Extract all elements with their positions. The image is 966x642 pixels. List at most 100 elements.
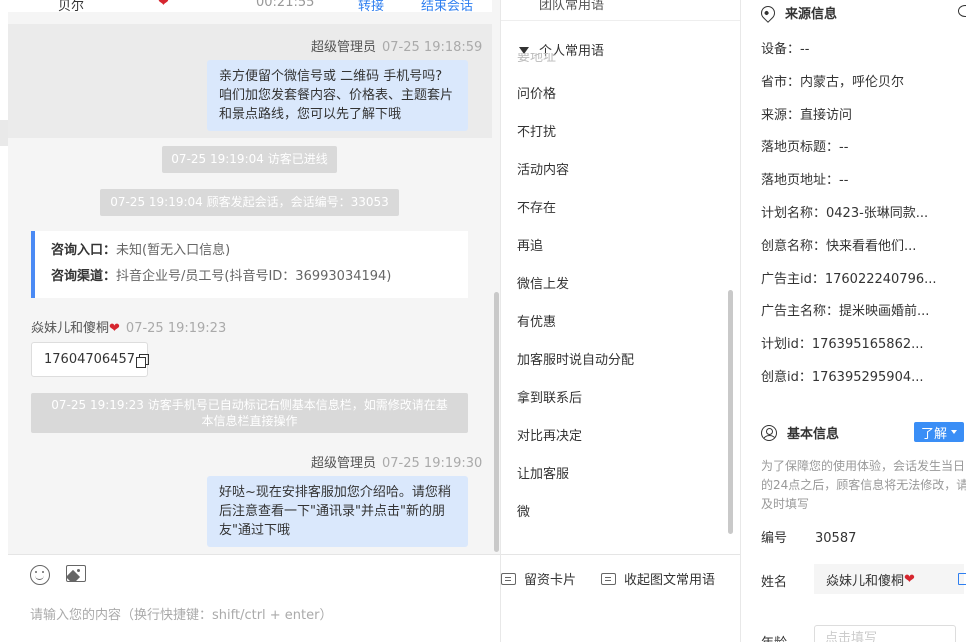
message-meta: 超级管理员 07-25 19:19:30 (311, 452, 482, 471)
learn-more-label: 了解 (920, 426, 947, 442)
card-icon (501, 572, 516, 585)
source-info-row: 广告主id：176022240796... (761, 271, 937, 287)
chat-scrollbar[interactable] (494, 292, 499, 552)
consult-source-card: 咨询入口：未知(暂无入口信息) 咨询渠道：抖音企业号/员工号(抖音号ID：369… (31, 231, 468, 298)
phrase-item[interactable]: 加客服时说自动分配 (517, 348, 634, 386)
source-info-label: 来源信息 (785, 7, 838, 22)
learn-more-button[interactable]: 了解 (914, 422, 964, 442)
message-icon (601, 572, 616, 585)
system-notice: 07-25 19:19:04 访客已进线 (162, 146, 337, 173)
phrase-item[interactable]: 微 (517, 500, 634, 538)
session-header: 贝尔 ❤ 00:21:55 转接 结束会话 (8, 0, 492, 12)
caret-down-icon (951, 430, 957, 434)
collapse-image-text-label: 收起图文常用语 (624, 573, 716, 588)
phrase-item[interactable]: 拿到联系后 (517, 386, 634, 424)
source-info-list: 设备：-- 省市：内蒙古，呼伦贝尔 来源：直接访问 落地页标题：-- 落地页地址… (761, 41, 937, 402)
copy-icon[interactable] (135, 353, 149, 368)
message-time: 07-25 19:18:59 (382, 40, 483, 55)
source-info-row: 省市：内蒙古，呼伦贝尔 (761, 74, 905, 90)
location-pin-icon (758, 2, 778, 23)
customer-name-value: 焱妹儿和傻桐 (826, 573, 905, 589)
customer-id-label: 编号 (761, 531, 788, 546)
chat-panel: 贝尔 ❤ 00:21:55 转接 结束会话 超级管理员 07-25 19:18:5… (0, 0, 500, 642)
customer-info-panel: 来源信息 设备：-- 省市：内蒙古，呼伦贝尔 来源：直接访问 落地页标题：-- … (740, 0, 966, 642)
message-meta: 超级管理员 07-25 19:18:59 (311, 36, 482, 55)
common-phrases-panel: 团队常用语 个人常用语 要地址 问价格 不打扰 活动内容 不存在 再追 微信上发… (500, 0, 740, 642)
transfer-link[interactable]: 转接 (358, 0, 384, 12)
customer-id-row: 编号 30587 (761, 527, 856, 546)
basic-info-label: 基本信息 (787, 427, 840, 442)
copy-icon[interactable] (958, 573, 966, 585)
sender-name: 超级管理员 (311, 40, 377, 55)
customer-name-label: 姓名 (761, 575, 788, 590)
source-info-row: 设备：-- (761, 42, 810, 57)
customer-age-label: 年龄 (761, 632, 787, 642)
source-info-row: 广告主名称：提米映画婚前... (761, 304, 930, 320)
lead-card-button[interactable]: 留资卡片 (501, 569, 576, 588)
heart-icon: ❤ (904, 571, 915, 587)
lead-card-label: 留资卡片 (524, 573, 577, 588)
phrase-item[interactable]: 微信上发 (517, 272, 634, 310)
left-gutter (0, 0, 8, 642)
phrase-scrollbar[interactable] (728, 290, 733, 534)
source-info-row: 来源：直接访问 (761, 107, 853, 123)
message-input[interactable]: 请输入您的内容（换行快捷键：shift/ctrl + enter） (30, 604, 333, 623)
source-info-row: 计划id：176395165862... (761, 337, 924, 353)
customer-name-field[interactable]: 焱妹儿和傻桐 ❤ (814, 564, 964, 594)
collapse-image-text-button[interactable]: 收起图文常用语 (601, 569, 715, 588)
message-line: 和景点路线，您可以先了解下哦 (219, 107, 402, 122)
source-info-row: 落地页标题：-- (761, 140, 849, 156)
edit-deadline-notice: 为了保障您的使用体验，会话发生当日的24点之后，顾客信息将无法修改，请及时填写 (761, 459, 966, 511)
visitor-phone-message[interactable]: 17604706457 (31, 342, 149, 377)
phrase-item[interactable]: 问价格 (517, 82, 634, 120)
consult-entry-value: 未知(暂无入口信息) (116, 243, 231, 258)
heart-icon: ❤ (158, 0, 169, 10)
image-icon[interactable] (66, 565, 86, 582)
phrase-item[interactable]: 对比再决定 (517, 424, 634, 462)
message-line: 咱们加您发套餐内容、价格表、主题套片 (219, 88, 454, 103)
customer-age-input[interactable]: 点击填写 (814, 625, 956, 642)
system-notice-line: 07-25 19:19:23 访客手机号已自动标记右侧基本信息栏，如需修改请在基 (51, 398, 448, 412)
agent-message-bubble[interactable]: 好哒~现在安排客服加您介绍哈。请您稍 后注意查看一下"通讯录"并点击"新的朋 友… (207, 476, 468, 547)
gutter-marker (0, 120, 8, 146)
message-line: 友"通过下哦 (219, 523, 290, 538)
message-meta: 焱妹儿和傻桐❤ 07-25 19:19:23 (31, 317, 226, 336)
source-info-row: 创意名称：快来看看他们... (761, 238, 917, 254)
end-session-link[interactable]: 结束会话 (421, 0, 473, 12)
consult-channel-label: 咨询渠道： (51, 269, 117, 284)
phrase-list: 问价格 不打扰 活动内容 不存在 再追 微信上发 有优惠 加客服时说自动分配 拿… (517, 82, 634, 538)
divider (501, 20, 740, 21)
source-info-row: 落地页地址：-- (761, 173, 849, 189)
session-visitor-name: 贝尔 (58, 0, 85, 12)
user-icon (761, 424, 777, 441)
message-line: 亲方便留个微信号或 二维码 手机号吗? (219, 69, 443, 84)
system-notice-line: 本信息栏直接操作 (201, 414, 298, 428)
heart-icon: ❤ (109, 321, 120, 336)
consult-channel-row: 咨询渠道：抖音企业号/员工号(抖音号ID：36993034194) (51, 266, 452, 292)
emoji-icon[interactable] (30, 565, 50, 585)
phrase-item-partial: 要地址 (517, 53, 557, 62)
phrase-item[interactable]: 不存在 (517, 196, 634, 234)
customer-id-value: 30587 (815, 531, 857, 546)
message-line: 后注意查看一下"通讯录"并点击"新的朋 (219, 504, 445, 519)
consult-entry-row: 咨询入口：未知(暂无入口信息) (51, 240, 452, 266)
team-phrases-label[interactable]: 团队常用语 (539, 0, 604, 13)
eye-icon[interactable] (958, 5, 966, 17)
basic-info-title: 基本信息 (761, 423, 839, 442)
session-duration: 00:21:55 (256, 0, 315, 10)
system-notice: 07-25 19:19:23 访客手机号已自动标记右侧基本信息栏，如需修改请在基… (31, 393, 468, 433)
message-time: 07-25 19:19:30 (382, 456, 483, 471)
consult-channel-value: 抖音企业号/员工号(抖音号ID：36993034194) (116, 269, 392, 284)
message-time: 07-25 19:19:23 (125, 321, 227, 336)
agent-message-bubble[interactable]: 亲方便留个微信号或 二维码 手机号吗? 咱们加您发套餐内容、价格表、主题套片 和… (207, 60, 468, 131)
source-info-title: 来源信息 (758, 2, 838, 23)
phrase-item[interactable]: 不打扰 (517, 120, 634, 158)
phrase-item[interactable]: 再追 (517, 234, 634, 272)
source-info-row: 创意id：176395295904... (761, 369, 924, 385)
phrase-item[interactable]: 有优惠 (517, 310, 634, 348)
sender-name: 超级管理员 (311, 456, 377, 471)
phrase-item[interactable]: 活动内容 (517, 158, 634, 196)
system-notice: 07-25 19:19:04 顾客发起会话，会话编号：33053 (100, 189, 399, 216)
visitor-phone-number: 17604706457 (44, 352, 135, 367)
phrase-item[interactable]: 让加客服 (517, 462, 634, 500)
